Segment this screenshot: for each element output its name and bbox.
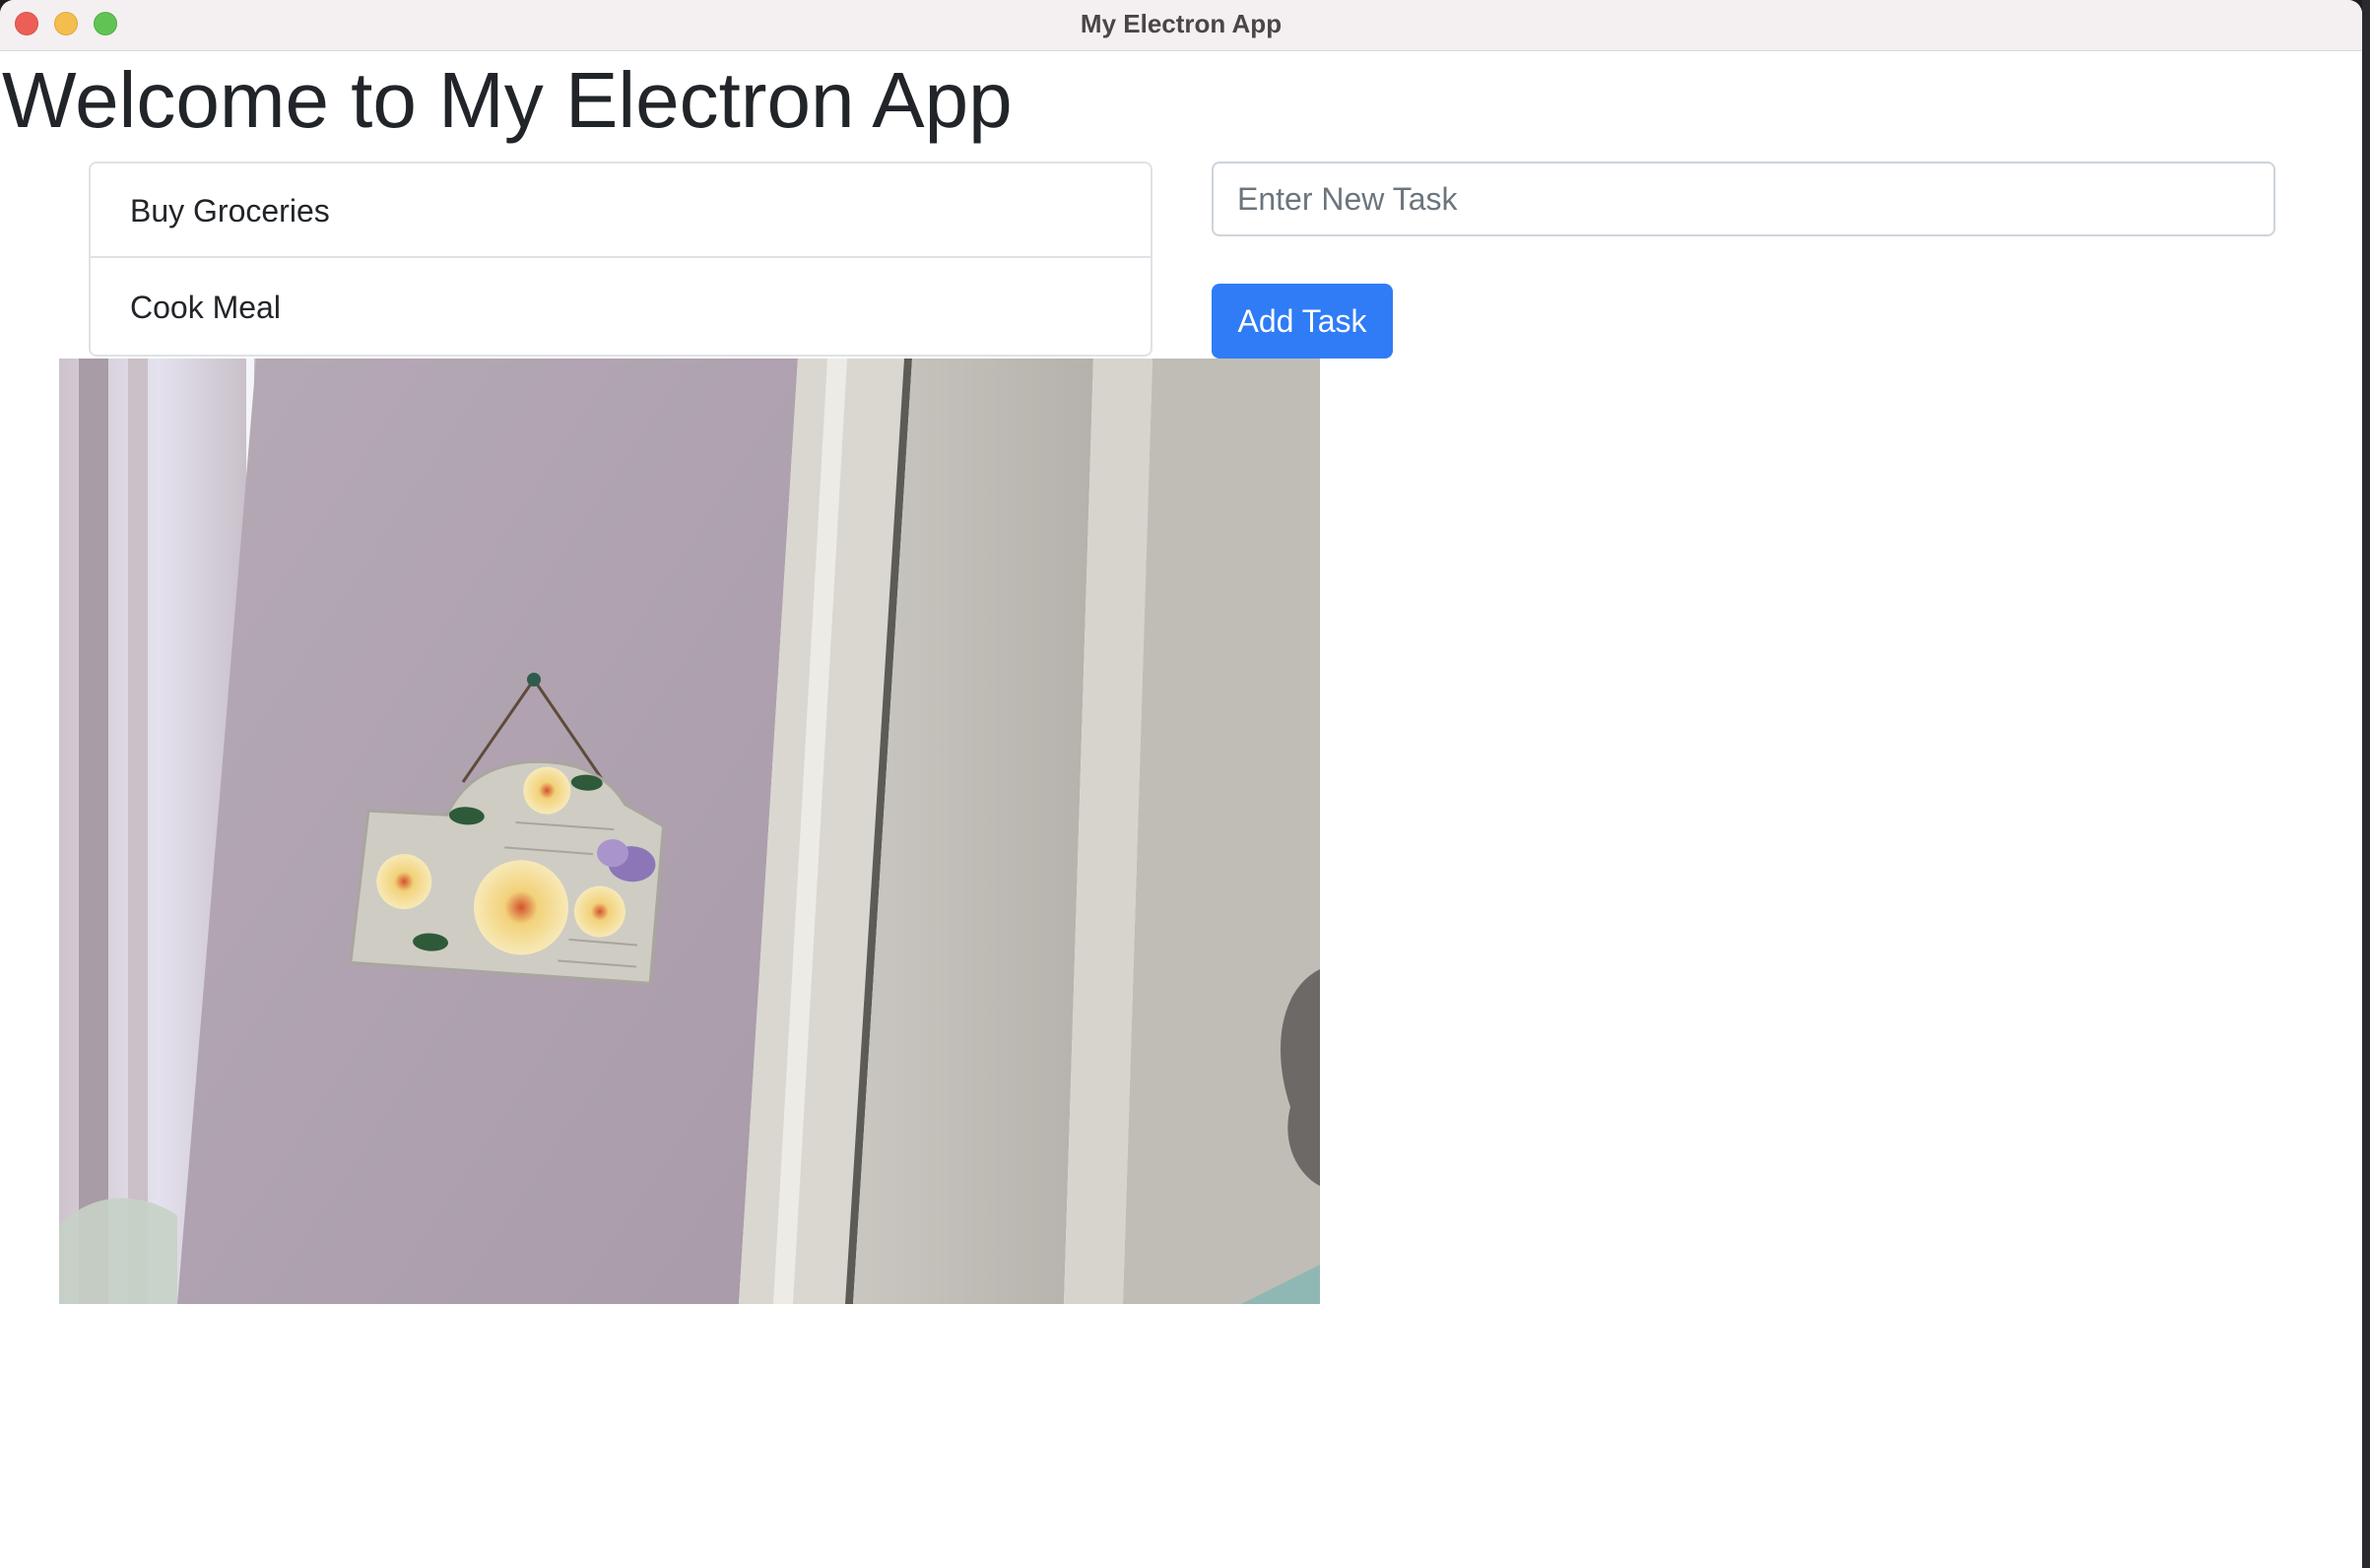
task-item[interactable]: Buy Groceries xyxy=(91,163,1151,258)
window-title: My Electron App xyxy=(1080,9,1283,38)
webcam-photo xyxy=(59,359,1320,1304)
task-item[interactable]: Cook Meal xyxy=(91,260,1151,355)
task-list: Buy Groceries Cook Meal xyxy=(89,162,1152,357)
page-heading: Welcome to My Electron App xyxy=(2,56,1013,144)
new-task-input[interactable] xyxy=(1212,162,2275,236)
title-bar: My Electron App xyxy=(0,0,2362,51)
add-task-button[interactable]: Add Task xyxy=(1212,284,1393,359)
app-window: My Electron App Welcome to My Electron A… xyxy=(0,0,2362,1568)
desktop-edge xyxy=(2362,0,2370,1568)
